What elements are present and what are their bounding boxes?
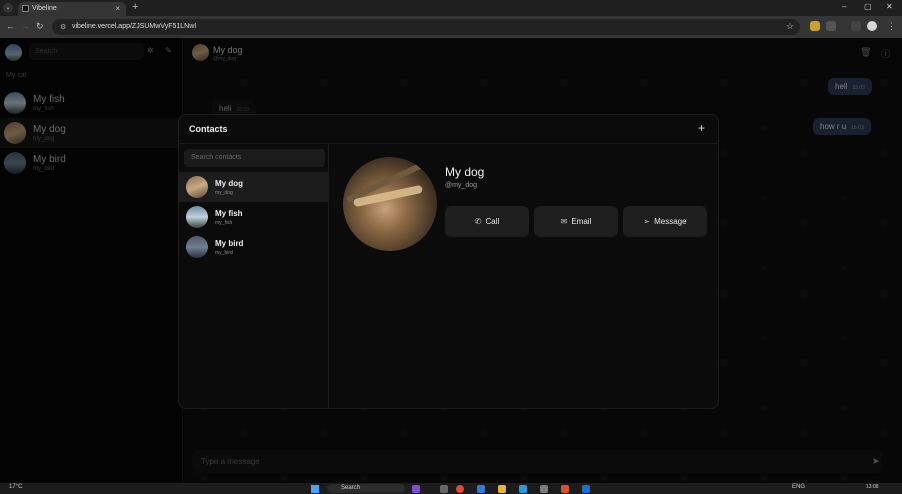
- browser-toolbar: ← → ↻ ⚙ vibeline.vercel.app/ZJSUMwVyF51L…: [0, 16, 902, 38]
- app-icon[interactable]: [582, 485, 590, 493]
- forward-icon[interactable]: →: [21, 21, 30, 31]
- reload-icon[interactable]: ↻: [36, 21, 44, 32]
- mail-icon: ✉: [560, 217, 568, 226]
- favicon-icon: [22, 5, 29, 12]
- contact-name: My bird: [215, 239, 244, 248]
- new-tab-button[interactable]: +: [132, 1, 138, 13]
- add-contact-button[interactable]: +: [698, 121, 705, 135]
- contact-my-fish[interactable]: My fish my_fish: [179, 202, 329, 232]
- chrome-icon[interactable]: [456, 485, 464, 493]
- profile-avatar[interactable]: [867, 21, 877, 31]
- contact-detail-handle: @my_dog: [445, 182, 478, 189]
- weather-widget[interactable]: 17°C: [9, 484, 22, 490]
- contact-name: My fish: [215, 209, 243, 218]
- call-label: Call: [485, 217, 500, 226]
- avatar: [186, 176, 208, 198]
- browser-tab[interactable]: Vibeline ×: [18, 2, 126, 16]
- folder-icon[interactable]: [498, 485, 506, 493]
- extension-icon[interactable]: [810, 21, 820, 31]
- back-icon[interactable]: ←: [6, 21, 15, 31]
- contact-handle: my_bird: [215, 250, 233, 256]
- send-icon: ➢: [643, 217, 651, 226]
- contact-handle: my_fish: [215, 220, 233, 226]
- app-icon[interactable]: [412, 485, 420, 493]
- call-button[interactable]: ✆ Call: [445, 206, 529, 237]
- url-text[interactable]: vibeline.vercel.app/ZJSUMwVyF51LNwI: [72, 23, 196, 30]
- phone-icon: ✆: [474, 217, 482, 226]
- contact-detail-name: My dog: [445, 165, 485, 179]
- contact-profile-photo: [343, 157, 437, 251]
- contact-handle: my_dog: [215, 190, 233, 196]
- tab-close-icon[interactable]: ×: [115, 4, 120, 13]
- browser-menu-icon[interactable]: ⋮: [887, 21, 896, 32]
- contact-name: My dog: [215, 179, 243, 188]
- message-button[interactable]: ➢ Message: [623, 206, 707, 237]
- bookmark-star-icon[interactable]: ☆: [786, 21, 794, 32]
- contacts-list: Search contacts My dog my_dog My fish my…: [179, 144, 329, 408]
- avatar: [186, 236, 208, 258]
- os-taskbar: 17°C Search ENG 13:08: [0, 483, 902, 494]
- extensions-puzzle-icon[interactable]: [826, 21, 836, 31]
- app-icon[interactable]: [440, 485, 448, 493]
- app-icon[interactable]: [561, 485, 569, 493]
- taskbar-search[interactable]: Search: [327, 484, 405, 493]
- browser-tab-bar: ⌄ Vibeline × + – ▢ ✕: [0, 0, 902, 16]
- close-window-button[interactable]: ✕: [886, 2, 893, 11]
- tab-search-icon[interactable]: ⌄: [3, 3, 13, 13]
- clock[interactable]: 13:08: [866, 484, 879, 490]
- address-bar[interactable]: ⚙ vibeline.vercel.app/ZJSUMwVyF51LNwI ☆: [52, 19, 800, 35]
- minimize-button[interactable]: –: [842, 2, 846, 11]
- contacts-dialog: Contacts + Search contacts My dog my_dog…: [178, 114, 719, 409]
- contacts-search-input[interactable]: Search contacts: [184, 149, 325, 167]
- language-indicator[interactable]: ENG: [792, 484, 805, 490]
- contact-my-dog[interactable]: My dog my_dog: [179, 172, 329, 202]
- email-button[interactable]: ✉ Email: [534, 206, 618, 237]
- app-icon[interactable]: [519, 485, 527, 493]
- vscode-icon[interactable]: [477, 485, 485, 493]
- app-icon[interactable]: [540, 485, 548, 493]
- avatar: [186, 206, 208, 228]
- site-info-icon[interactable]: ⚙: [60, 23, 66, 31]
- start-icon[interactable]: [311, 485, 319, 493]
- dialog-title: Contacts: [189, 124, 228, 134]
- maximize-button[interactable]: ▢: [864, 2, 872, 11]
- email-label: Email: [571, 217, 592, 226]
- contact-my-bird[interactable]: My bird my_bird: [179, 232, 329, 262]
- tab-title: Vibeline: [32, 5, 57, 12]
- message-label: Message: [654, 217, 687, 226]
- side-panel-icon[interactable]: [851, 21, 861, 31]
